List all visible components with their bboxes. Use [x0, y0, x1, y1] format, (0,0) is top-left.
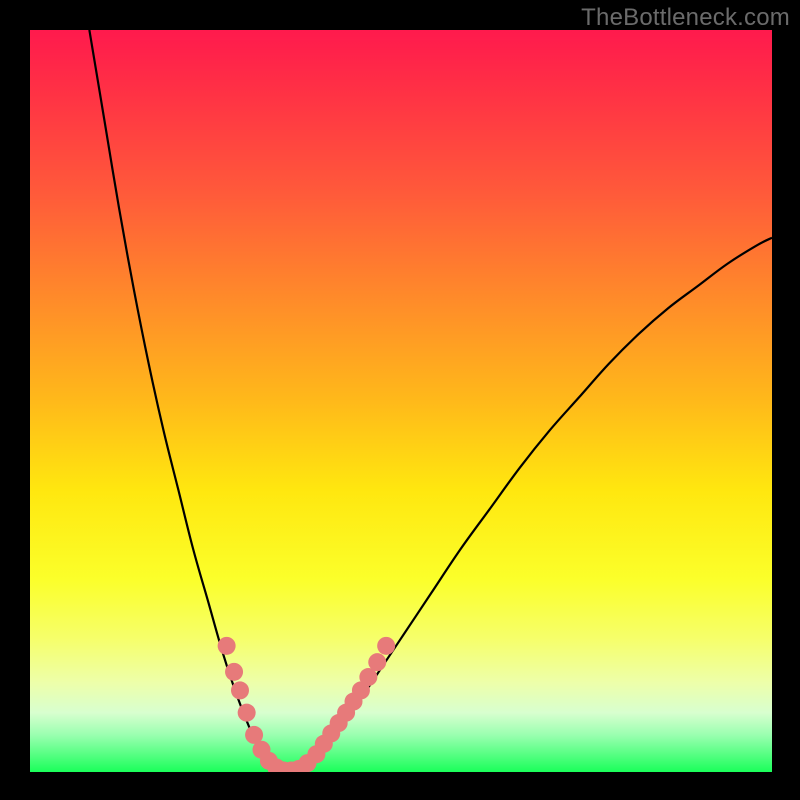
data-markers [218, 637, 396, 772]
bottleneck-curve-svg [30, 30, 772, 772]
bottleneck-curve [89, 30, 772, 772]
watermark-text: TheBottleneck.com [581, 4, 790, 32]
data-point [368, 653, 386, 671]
data-point [225, 663, 243, 681]
outer-frame: TheBottleneck.com [0, 0, 800, 800]
data-point [231, 681, 249, 699]
data-point [218, 637, 236, 655]
data-point [377, 637, 395, 655]
plot-area [30, 30, 772, 772]
data-point [238, 704, 256, 722]
